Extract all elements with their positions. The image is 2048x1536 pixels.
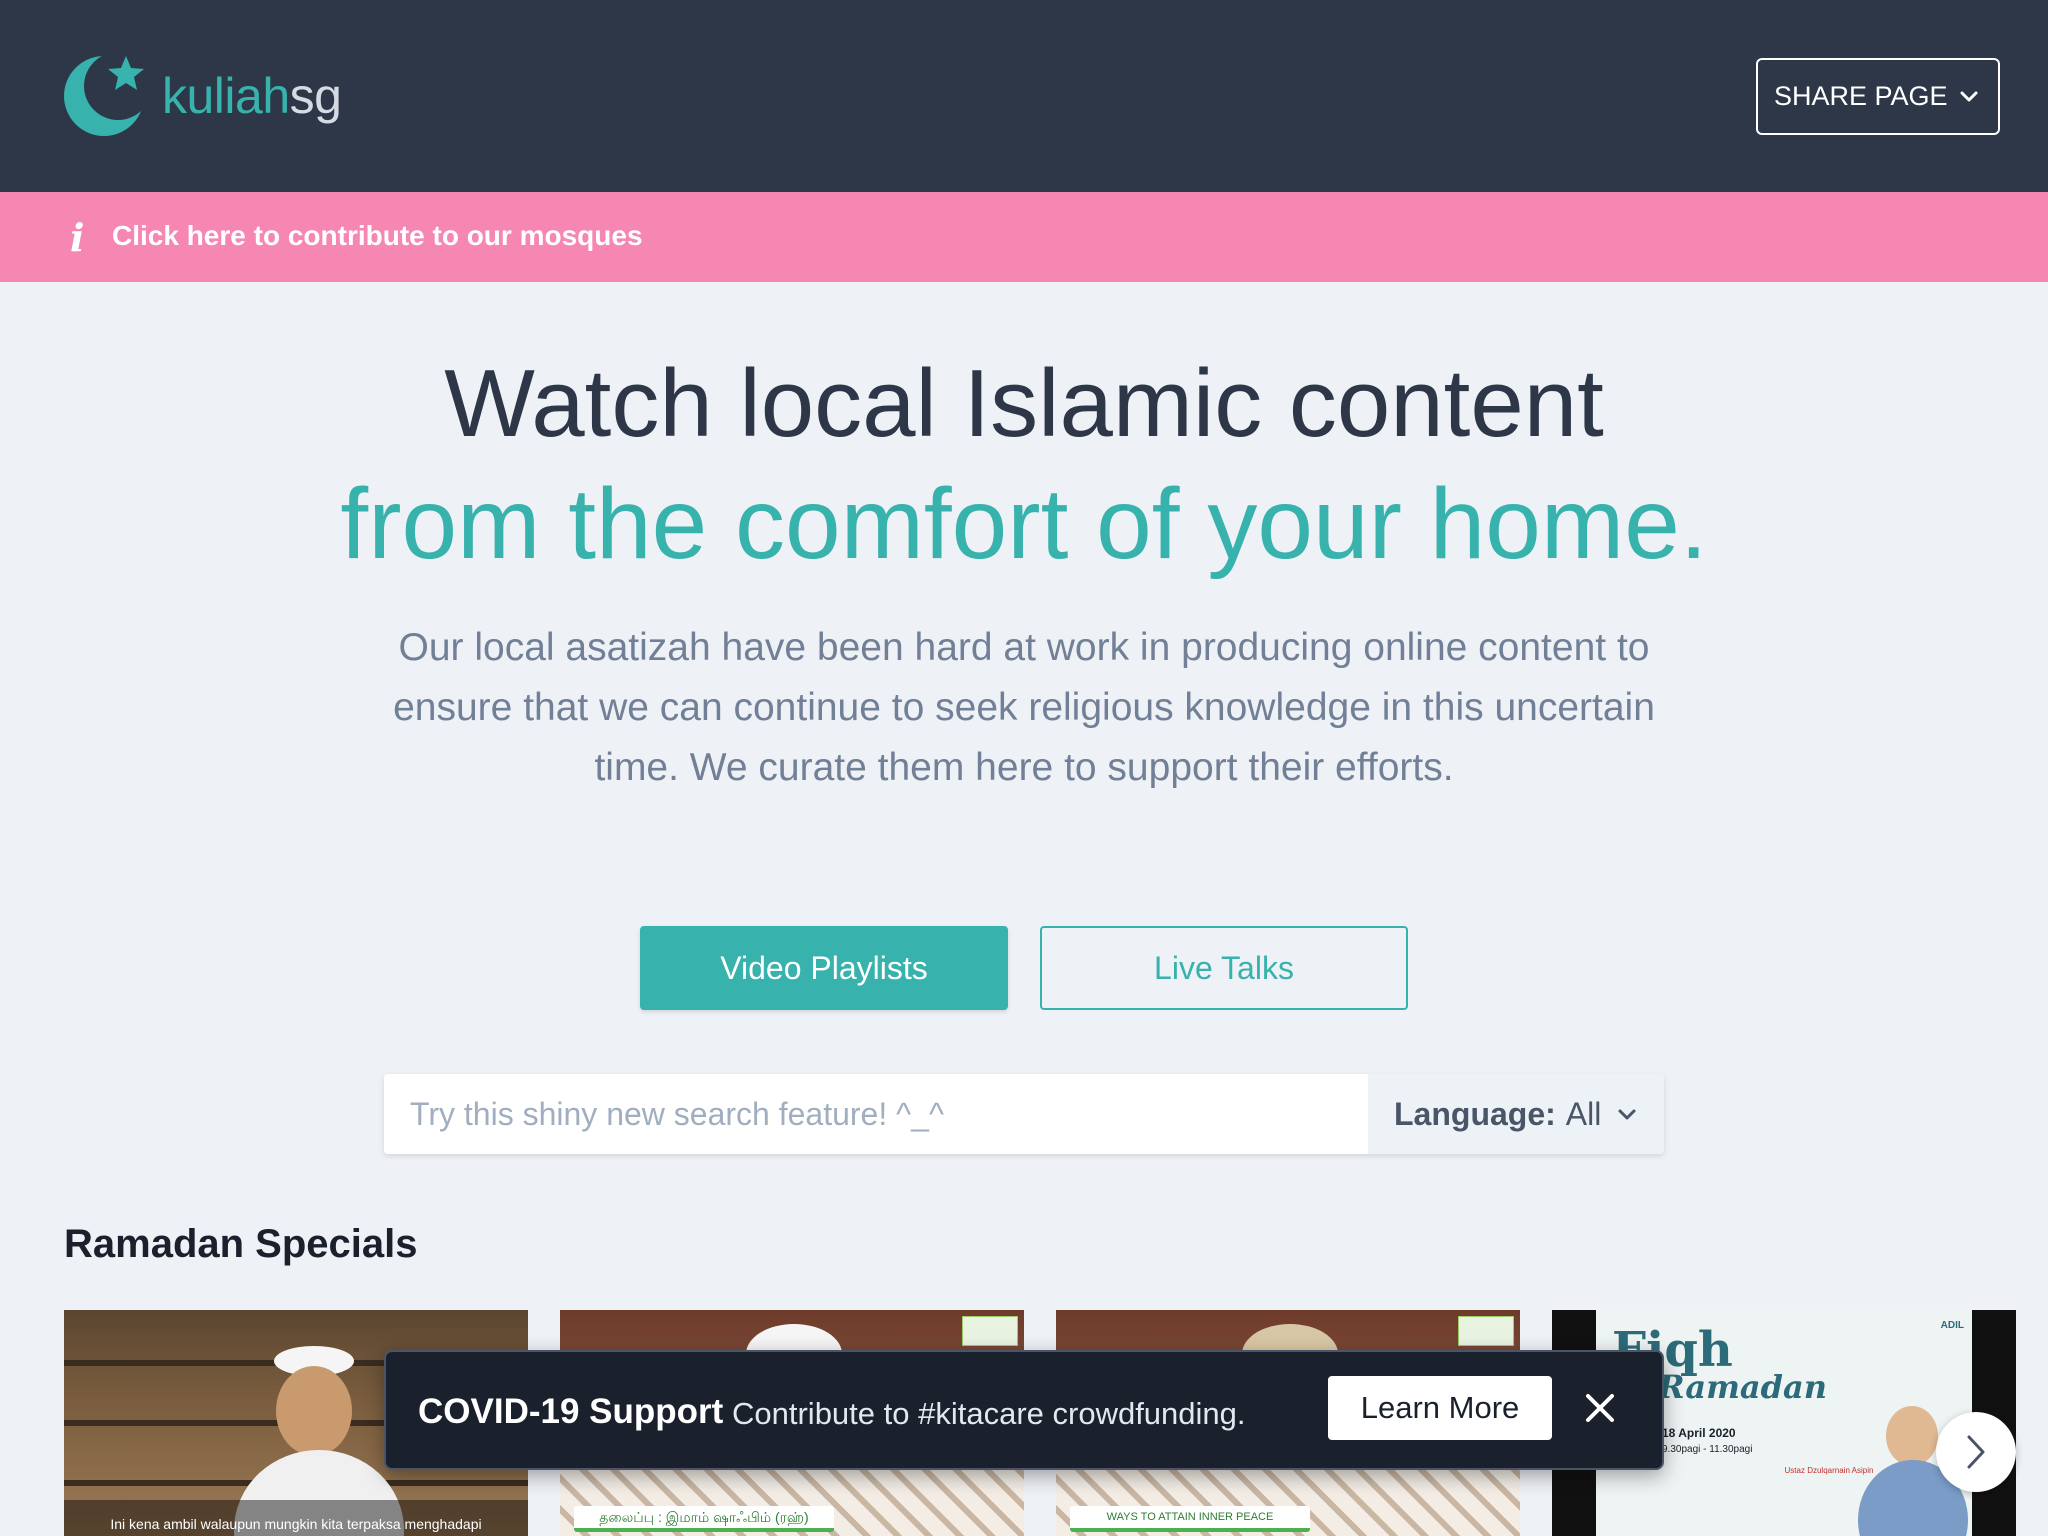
- learn-more-button[interactable]: Learn More: [1328, 1376, 1552, 1440]
- hero-heading: Watch local Islamic content: [444, 350, 1604, 457]
- share-page-button[interactable]: SHARE PAGE: [1756, 58, 2000, 135]
- chevron-down-icon: [1618, 1109, 1636, 1120]
- toast-message: Contribute to #kitacare crowdfunding.: [732, 1396, 1246, 1431]
- close-icon[interactable]: [1580, 1388, 1620, 1428]
- crescent-star-icon: [64, 56, 144, 136]
- logo-part-1: kuliah: [162, 68, 290, 124]
- chevron-down-icon: [1960, 91, 1978, 102]
- speaker-face: [276, 1366, 352, 1456]
- poster-org-logo: ADIL: [1940, 1320, 1964, 1331]
- video-caption: WAYS TO ATTAIN INNER PEACE: [1070, 1506, 1310, 1532]
- logo-part-2: sg: [289, 68, 342, 124]
- mosque-logo: [962, 1316, 1018, 1346]
- chevron-right-icon: [1967, 1435, 1985, 1469]
- language-value: All: [1565, 1095, 1602, 1132]
- language-label: Language:: [1394, 1095, 1556, 1132]
- search-bar: Language: All: [384, 1074, 1664, 1154]
- contribute-banner-text: Click here to contribute to our mosques: [112, 220, 643, 251]
- poster-subtitle: Ramadan: [1658, 1368, 1828, 1406]
- live-talks-button[interactable]: Live Talks: [1040, 926, 1408, 1010]
- contribute-banner[interactable]: i Click here to contribute to our mosque…: [0, 192, 2048, 282]
- share-page-label: SHARE PAGE: [1774, 81, 1948, 111]
- video-caption: தலைப்பு : இமாம் ஷாஃபிம் (ரஹ்): [574, 1506, 834, 1532]
- site-logo[interactable]: kuliahsg: [60, 48, 342, 144]
- poster-speaker: Ustaz Dzulqarnain Asipin: [1784, 1466, 1874, 1475]
- covid-support-toast: COVID-19 Support Contribute to #kitacare…: [384, 1350, 1664, 1470]
- carousel-next-button[interactable]: [1936, 1412, 2016, 1492]
- site-header: kuliahsg SHARE PAGE: [0, 0, 2048, 192]
- logo-wordmark: kuliahsg: [162, 67, 342, 125]
- video-caption: Ini kena ambil walaupun mungkin kita ter…: [110, 1516, 482, 1532]
- info-icon: i: [70, 215, 85, 260]
- toast-title: COVID-19 Support: [418, 1392, 724, 1431]
- poster-date: 18 April 2020: [1662, 1426, 1736, 1440]
- mosque-logo: [1458, 1316, 1514, 1346]
- language-select[interactable]: Language: All: [1368, 1074, 1664, 1154]
- hero-description: Our local asatizah have been hard at wor…: [393, 626, 1655, 789]
- section-title-ramadan-specials: Ramadan Specials: [64, 1222, 418, 1266]
- video-playlists-button[interactable]: Video Playlists: [640, 926, 1008, 1010]
- poster-time: 9.30pagi - 11.30pagi: [1662, 1444, 1753, 1455]
- search-input[interactable]: [384, 1074, 1368, 1154]
- hero-subheading: from the comfort of your home.: [340, 468, 1708, 580]
- speaker-face: [1886, 1406, 1938, 1466]
